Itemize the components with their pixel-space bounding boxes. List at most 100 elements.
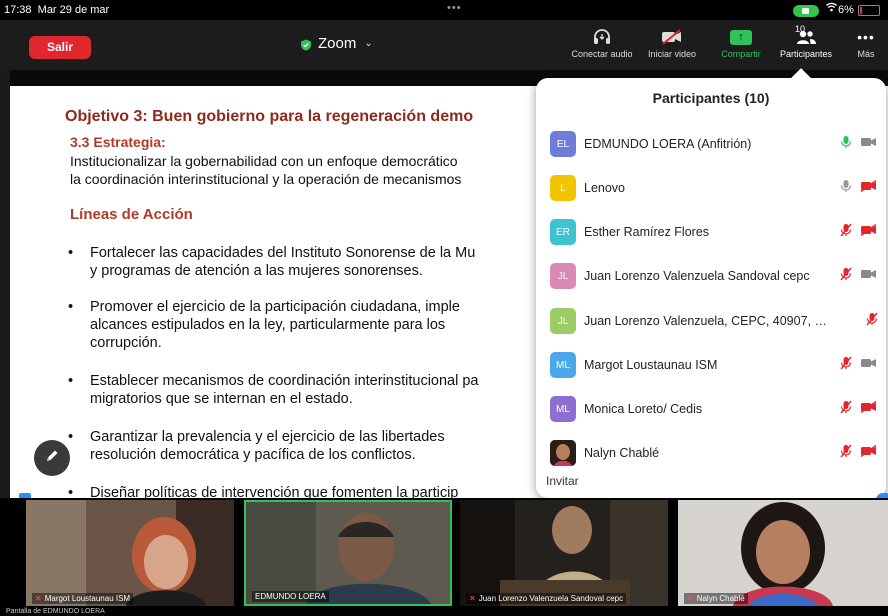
share-button[interactable]: ↑ Compartir bbox=[715, 28, 767, 59]
video-camera-icon bbox=[860, 135, 878, 153]
mic-muted-icon bbox=[840, 267, 852, 286]
participant-row[interactable]: ML Margot Loustaunau ISM bbox=[550, 351, 878, 379]
video-feed-image bbox=[460, 500, 668, 606]
wifi-icon bbox=[826, 2, 837, 15]
screen-share-caption: Pantalla de EDMUNDO LOERA bbox=[6, 608, 105, 615]
video-off-icon bbox=[860, 444, 878, 462]
connect-audio-button[interactable]: Conectar audio bbox=[567, 28, 637, 59]
thumbnail-label: ✕ Juan Lorenzo Valenzuela Sandoval cepc bbox=[466, 593, 627, 604]
participant-status-icons bbox=[832, 312, 878, 331]
camera-in-use-icon bbox=[793, 5, 819, 17]
more-button[interactable]: ••• Más bbox=[852, 28, 880, 59]
thumbnail-name: Juan Lorenzo Valenzuela Sandoval cepc bbox=[478, 594, 624, 603]
video-off-icon bbox=[860, 223, 878, 241]
participant-row[interactable]: ER Esther Ramírez Flores bbox=[550, 218, 878, 246]
participant-row[interactable]: L Lenovo bbox=[550, 174, 878, 202]
participant-row[interactable]: JL Juan Lorenzo Valenzuela Sandoval cepc bbox=[550, 262, 878, 290]
strategy-line: Institucionalizar la gobernabilidad con … bbox=[70, 153, 458, 169]
status-time: 17:38 bbox=[4, 4, 32, 16]
participants-count: 10 bbox=[795, 24, 806, 34]
participants-button[interactable]: 10 Participantes bbox=[773, 24, 839, 59]
participant-name: Juan Lorenzo Valenzuela Sandoval cepc bbox=[584, 269, 810, 283]
bullet-line: y programas de atención a las mujeres so… bbox=[90, 263, 423, 279]
video-feed-image bbox=[678, 500, 888, 606]
video-thumbnail[interactable]: ✕ Margot Loustaunau ISM bbox=[26, 500, 234, 606]
avatar: JL bbox=[550, 308, 576, 334]
mic-muted-icon bbox=[840, 400, 852, 419]
avatar: ER bbox=[550, 219, 576, 245]
participant-status-icons bbox=[832, 135, 878, 154]
video-thumbnail[interactable]: ✕ Nalyn Chablé bbox=[678, 500, 888, 606]
thumbnail-label: ✕ Margot Loustaunau ISM bbox=[32, 593, 134, 604]
avatar: ML bbox=[550, 396, 576, 422]
video-thumbnail-active[interactable]: EDMUNDO LOERA bbox=[244, 500, 452, 606]
mic-muted-icon bbox=[840, 444, 852, 463]
participants-icon: 10 bbox=[773, 24, 839, 46]
mic-muted-icon: ✕ bbox=[687, 594, 694, 603]
video-off-icon bbox=[860, 179, 878, 197]
mic-muted-icon bbox=[840, 223, 852, 242]
participant-name: Monica Loreto/ Cedis bbox=[584, 402, 703, 416]
video-thumbnail-strip: ✕ Margot Loustaunau ISM EDMUNDO LOERA ✕ Ju… bbox=[0, 498, 888, 616]
avatar: JL bbox=[550, 263, 576, 289]
bullet-line: Garantizar la prevalencia y el ejercicio… bbox=[90, 429, 445, 445]
strategy-line: la coordinación interinstitucional y la … bbox=[70, 171, 462, 187]
multitask-dots-icon[interactable]: ••• bbox=[447, 2, 462, 14]
mic-muted-icon bbox=[866, 312, 878, 331]
video-off-icon bbox=[643, 28, 701, 46]
participant-name: Margot Loustaunau ISM bbox=[584, 358, 718, 372]
slide-strategy-text: Institucionalizar la gobernabilidad con … bbox=[70, 152, 461, 188]
leave-button[interactable]: Salir bbox=[29, 36, 91, 59]
shield-icon bbox=[300, 38, 312, 50]
bullet-dot-icon: • bbox=[68, 429, 74, 445]
more-label: Más bbox=[857, 49, 875, 59]
battery-percent: 6% bbox=[838, 4, 854, 16]
bullet-line: Establecer mecanismos de coordinación in… bbox=[90, 373, 479, 389]
more-dots-icon: ••• bbox=[857, 29, 875, 45]
thumbnail-name: Margot Loustaunau ISM bbox=[44, 594, 131, 603]
participant-status-icons bbox=[832, 400, 878, 419]
participant-name: Esther Ramírez Flores bbox=[584, 225, 710, 239]
meeting-title[interactable]: Zoom ⌄ bbox=[300, 35, 373, 52]
invite-button[interactable]: Invitar bbox=[546, 474, 579, 488]
participant-status-icons bbox=[832, 223, 878, 242]
participant-status-icons bbox=[832, 267, 878, 286]
bullet-dot-icon: • bbox=[68, 373, 74, 389]
mic-muted-icon: ✕ bbox=[469, 594, 476, 603]
bullet-line: resolución democrática y pacífica de los… bbox=[90, 447, 416, 463]
participant-row[interactable]: EL EDMUNDO LOERA (Anfitrión) bbox=[550, 130, 878, 158]
mic-muted-icon bbox=[840, 356, 852, 375]
connect-audio-label: Conectar audio bbox=[571, 49, 633, 59]
microphone-icon bbox=[840, 179, 852, 198]
pencil-icon bbox=[44, 448, 60, 469]
video-camera-icon bbox=[860, 267, 878, 285]
participants-label: Participantes bbox=[779, 49, 833, 59]
thumbnail-label: EDMUNDO LOERA bbox=[252, 591, 329, 602]
zoom-meeting-screen: 17:38 Mar 29 de mar ••• 6% Salir Zoom ⌄ … bbox=[0, 0, 888, 616]
mic-muted-icon: ✕ bbox=[35, 594, 42, 603]
slide-lines-title: Líneas de Acción bbox=[70, 206, 193, 223]
slide-strategy-title: 3.3 Estrategia: bbox=[70, 134, 166, 150]
bullet-line: alcances estipulados en la ley, particul… bbox=[90, 317, 446, 333]
participant-row[interactable]: Nalyn Chablé bbox=[550, 439, 878, 467]
bullet-line: migratorios que se internan en el estado… bbox=[90, 391, 353, 407]
thumbnail-name: Nalyn Chablé bbox=[696, 594, 745, 603]
participant-row[interactable]: ML Monica Loreto/ Cedis bbox=[550, 395, 878, 423]
participants-panel: Participantes (10) EL EDMUNDO LOERA (Anfi… bbox=[536, 78, 886, 498]
participant-name: Juan Lorenzo Valenzuela, CEPC, 40907, H.… bbox=[584, 314, 832, 328]
video-thumbnail[interactable]: ✕ Juan Lorenzo Valenzuela Sandoval cepc bbox=[460, 500, 668, 606]
meeting-title-label: Zoom bbox=[318, 35, 357, 52]
chevron-down-icon: ⌄ bbox=[364, 38, 373, 49]
meeting-toolbar: Salir Zoom ⌄ Conectar audio Iniciar vide… bbox=[0, 20, 888, 70]
annotate-button[interactable] bbox=[34, 440, 70, 476]
thumbnail-label: ✕ Nalyn Chablé bbox=[684, 593, 748, 604]
avatar: ML bbox=[550, 352, 576, 378]
participants-panel-title: Participantes (10) bbox=[652, 90, 770, 106]
bullet-dot-icon: • bbox=[68, 245, 74, 261]
status-bar: 17:38 Mar 29 de mar ••• 6% bbox=[0, 0, 888, 20]
bullet-line: Fortalecer las capacidades del Instituto… bbox=[90, 245, 476, 261]
start-video-button[interactable]: Iniciar video bbox=[643, 28, 701, 59]
participant-row[interactable]: JL Juan Lorenzo Valenzuela, CEPC, 40907, … bbox=[550, 307, 878, 335]
share-screen-icon: ↑ bbox=[715, 28, 767, 46]
video-off-icon bbox=[860, 400, 878, 418]
